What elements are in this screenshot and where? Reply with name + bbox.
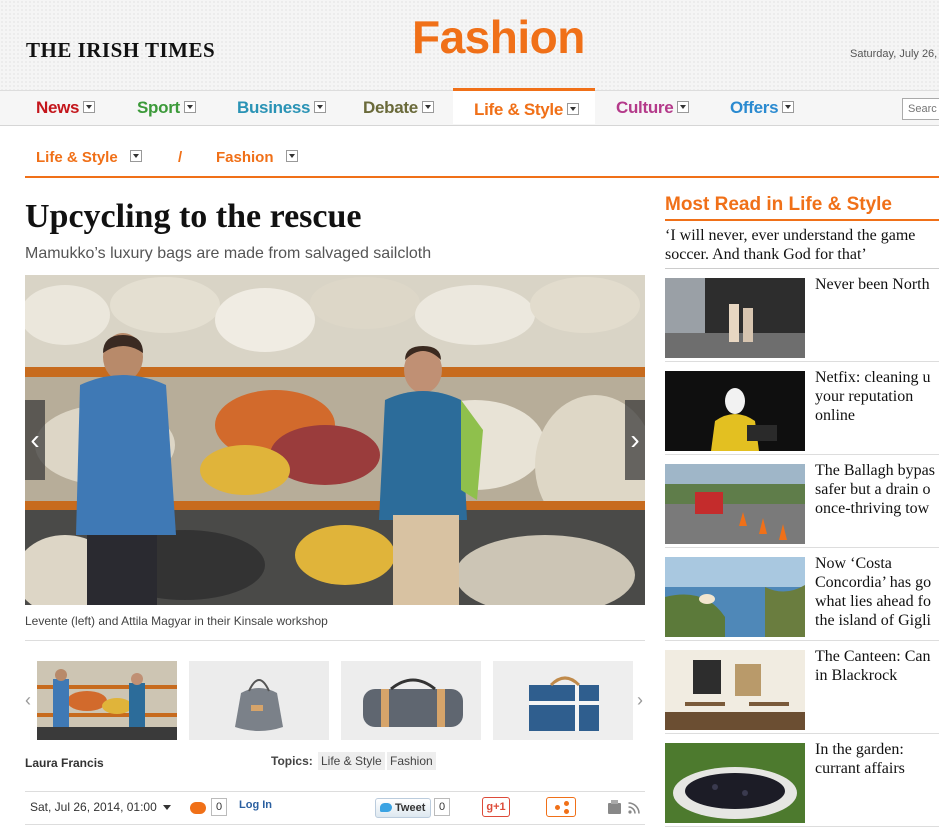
chevron-down-icon[interactable] bbox=[566, 102, 579, 115]
google-plus-button[interactable]: g+1 bbox=[482, 797, 510, 817]
chevron-down-icon bbox=[162, 805, 171, 811]
chevron-down-icon[interactable] bbox=[129, 150, 142, 163]
nav-item-sport[interactable]: Sport bbox=[137, 91, 196, 125]
chevron-down-icon[interactable] bbox=[183, 100, 196, 113]
article-headline: Upcycling to the rescue bbox=[25, 198, 362, 235]
most-read-thumbnail bbox=[665, 371, 805, 451]
most-read-title: Never been North bbox=[815, 276, 930, 293]
chevron-down-icon[interactable] bbox=[677, 100, 690, 113]
published-date-text: Sat, Jul 26, 2014, 01:00 bbox=[30, 800, 157, 814]
tweet-button[interactable]: Tweet bbox=[375, 798, 432, 818]
divider bbox=[25, 640, 645, 641]
twitter-bird-icon bbox=[380, 803, 392, 812]
thumbnail-image bbox=[37, 661, 177, 740]
tweet-label: Tweet bbox=[395, 802, 426, 814]
most-read-item[interactable]: Netfix: cleaning u your reputation onlin… bbox=[665, 362, 939, 455]
published-date[interactable]: Sat, Jul 26, 2014, 01:00 bbox=[30, 800, 171, 814]
thumbnail-next-arrow[interactable]: › bbox=[637, 690, 643, 711]
topics-label: Topics: bbox=[271, 754, 313, 768]
thumbnail-briefcase[interactable] bbox=[493, 661, 633, 740]
chevron-down-icon[interactable] bbox=[83, 100, 96, 113]
chevron-down-icon[interactable] bbox=[314, 100, 327, 113]
most-read-thumbnail bbox=[665, 557, 805, 637]
thumbnail-duffel-bag[interactable] bbox=[341, 661, 481, 740]
nav-item-debate[interactable]: Debate bbox=[363, 91, 434, 125]
share-icon-dot bbox=[564, 801, 569, 806]
main-nav: News Sport Business Debate Life & Style … bbox=[0, 88, 939, 126]
site-logo[interactable]: THE IRISH TIMES bbox=[26, 38, 215, 63]
rss-icon[interactable] bbox=[628, 802, 640, 814]
top-story-line: ‘I will never, ever understand the game bbox=[665, 227, 916, 244]
nav-item-business[interactable]: Business bbox=[237, 91, 327, 125]
slideshow-next-button[interactable]: › bbox=[625, 400, 645, 480]
share-icon-dot bbox=[555, 805, 560, 810]
nav-item-label: Sport bbox=[137, 98, 180, 117]
breadcrumb-life-style[interactable]: Life & Style bbox=[36, 149, 142, 166]
most-read-thumbnail bbox=[665, 464, 805, 544]
most-read-title: In the garden: currant affairs bbox=[815, 741, 905, 777]
article-standfirst: Mamukko’s luxury bags are made from salv… bbox=[25, 245, 432, 262]
share-icon-dot bbox=[564, 809, 569, 814]
nav-item-label: Offers bbox=[730, 98, 779, 117]
nav-item-culture[interactable]: Culture bbox=[616, 91, 690, 125]
most-read-item[interactable]: The Ballagh bypas safer but a drain o on… bbox=[665, 455, 939, 548]
sidebar-title: Most Read in Life & Style bbox=[665, 194, 939, 221]
most-read-title: The Canteen: Can in Blackrock bbox=[815, 648, 931, 684]
most-read-thumbnail bbox=[665, 743, 805, 823]
most-read-item[interactable]: In the garden: currant affairs bbox=[665, 734, 939, 827]
breadcrumb-label: Fashion bbox=[216, 149, 274, 166]
search-input[interactable] bbox=[902, 98, 939, 120]
most-read-thumbnail bbox=[665, 278, 805, 358]
nav-item-label: Business bbox=[237, 98, 311, 117]
chevron-down-icon[interactable] bbox=[421, 100, 434, 113]
nav-item-news[interactable]: News bbox=[36, 91, 96, 125]
header-date: Saturday, July 26, bbox=[850, 48, 938, 60]
comment-icon[interactable] bbox=[190, 802, 206, 814]
masthead: THE IRISH TIMES Fashion Saturday, July 2… bbox=[0, 0, 939, 90]
print-icon[interactable] bbox=[608, 800, 621, 814]
breadcrumb-fashion[interactable]: Fashion bbox=[216, 149, 298, 166]
most-read-top-story[interactable]: ‘I will never, ever understand the game … bbox=[665, 226, 939, 264]
nav-item-label: News bbox=[36, 98, 80, 117]
thumbnail-strip: ‹ › bbox=[25, 660, 645, 742]
chevron-down-icon[interactable] bbox=[782, 100, 795, 113]
most-read-item[interactable]: Now ‘Costa Concordia’ has go what lies a… bbox=[665, 548, 939, 641]
nav-item-label: Culture bbox=[616, 98, 674, 117]
breadcrumb-label: Life & Style bbox=[36, 149, 118, 166]
topic-tag-life-style[interactable]: Life & Style bbox=[318, 752, 385, 770]
photo-caption: Levente (left) and Attila Magyar in thei… bbox=[25, 614, 328, 628]
breadcrumb: Life & Style / Fashion bbox=[25, 140, 939, 178]
breadcrumb-separator: / bbox=[178, 149, 183, 166]
topic-tag-fashion[interactable]: Fashion bbox=[387, 752, 436, 770]
most-read-item[interactable]: The Canteen: Can in Blackrock bbox=[665, 641, 939, 734]
chevron-down-icon[interactable] bbox=[285, 150, 298, 163]
thumbnail-workshop[interactable] bbox=[37, 661, 177, 740]
most-read-title: The Ballagh bypas safer but a drain o on… bbox=[815, 462, 935, 517]
nav-item-label: Life & Style bbox=[474, 100, 563, 119]
workshop-photo bbox=[25, 275, 645, 605]
login-link[interactable]: Log In bbox=[239, 799, 272, 811]
most-read-title: Now ‘Costa Concordia’ has go what lies a… bbox=[815, 555, 932, 629]
top-story-line: soccer. And thank God for that’ bbox=[665, 246, 867, 263]
share-button[interactable] bbox=[546, 797, 576, 817]
article-photo[interactable]: ‹ › bbox=[25, 275, 645, 605]
thumbnail-drawstring-bag[interactable] bbox=[189, 661, 329, 740]
thumbnail-image bbox=[341, 661, 481, 740]
slideshow-prev-button[interactable]: ‹ bbox=[25, 400, 45, 480]
divider bbox=[665, 826, 939, 827]
most-read-thumbnail bbox=[665, 650, 805, 730]
share-bar: Sat, Jul 26, 2014, 01:00 0 Log In Tweet … bbox=[25, 791, 645, 825]
most-read-item[interactable]: Never been North bbox=[665, 269, 939, 362]
tweet-count: 0 bbox=[434, 798, 450, 816]
nav-item-life-style[interactable]: Life & Style bbox=[453, 88, 595, 124]
author-name[interactable]: Laura Francis bbox=[25, 756, 104, 770]
thumbnail-image bbox=[189, 661, 329, 740]
section-title[interactable]: Fashion bbox=[412, 10, 585, 64]
thumbnail-image bbox=[493, 661, 633, 740]
thumbnail-prev-arrow[interactable]: ‹ bbox=[25, 690, 31, 711]
comment-count: 0 bbox=[211, 798, 227, 816]
most-read-title: Netfix: cleaning u your reputation onlin… bbox=[815, 369, 931, 424]
nav-item-offers[interactable]: Offers bbox=[730, 91, 795, 125]
nav-item-label: Debate bbox=[363, 98, 418, 117]
